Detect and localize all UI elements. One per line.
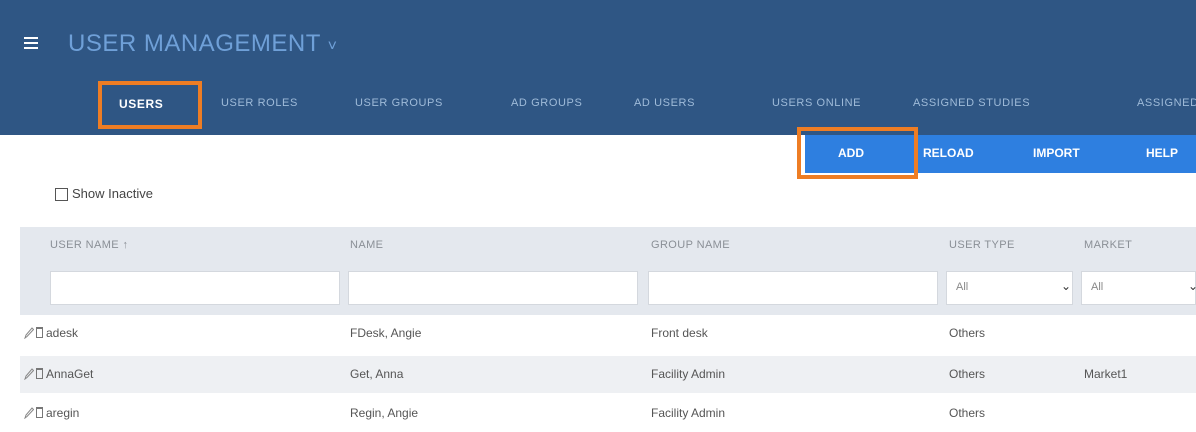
- name-filter-input[interactable]: [348, 271, 638, 305]
- delete-icon[interactable]: [36, 368, 43, 379]
- tab-user-groups[interactable]: USER GROUPS: [355, 97, 443, 109]
- column-header-market[interactable]: MARKET: [1084, 239, 1132, 251]
- chevron-down-icon: ⌄: [1188, 279, 1196, 293]
- tab-user-roles[interactable]: USER ROLES: [221, 97, 298, 109]
- app-header: USER MANAGEMENT ˅: [0, 0, 1196, 80]
- group-name-filter-input[interactable]: [648, 271, 938, 305]
- cell-user-type: Others: [949, 326, 986, 340]
- column-header-name[interactable]: NAME: [350, 239, 383, 251]
- cell-group-name: Front desk: [651, 326, 708, 340]
- tab-users-online[interactable]: USERS ONLINE: [772, 97, 861, 109]
- cell-market: Market1: [1084, 367, 1128, 381]
- show-inactive-label: Show Inactive: [72, 186, 153, 201]
- column-header-group-name[interactable]: GROUP NAME: [651, 239, 730, 251]
- delete-icon[interactable]: [36, 407, 43, 418]
- tab-assigned[interactable]: ASSIGNED: [1137, 97, 1196, 109]
- show-inactive-checkbox[interactable]: [55, 188, 68, 201]
- delete-icon[interactable]: [36, 327, 43, 338]
- cell-user-type: Others: [949, 367, 986, 381]
- help-button[interactable]: HELP: [1146, 146, 1178, 160]
- tab-assigned-studies[interactable]: ASSIGNED STUDIES: [913, 97, 1030, 109]
- chevron-down-icon: ˅: [327, 38, 338, 55]
- cell-user-type: Others: [949, 406, 986, 420]
- reload-button[interactable]: RELOAD: [923, 146, 974, 160]
- table-row[interactable]: [20, 356, 1196, 393]
- cell-name: Regin, Angie: [350, 406, 419, 420]
- hamburger-menu-icon[interactable]: [24, 37, 38, 49]
- cell-username: adesk: [46, 326, 79, 340]
- add-button-highlight: [797, 127, 918, 179]
- column-header-username[interactable]: USER NAME ↑: [50, 239, 128, 251]
- cell-group-name: Facility Admin: [651, 406, 726, 420]
- user-type-selected-value: All: [956, 281, 969, 293]
- table-row[interactable]: [20, 395, 1196, 432]
- app-title[interactable]: USER MANAGEMENT ˅: [68, 30, 337, 58]
- cell-username: aregin: [46, 406, 80, 420]
- import-button[interactable]: IMPORT: [1033, 146, 1080, 160]
- edit-icon[interactable]: [24, 368, 34, 380]
- cell-username: AnnaGet: [46, 367, 94, 381]
- cell-name: FDesk, Angie: [350, 326, 422, 340]
- chevron-down-icon: ⌄: [1061, 279, 1072, 293]
- users-tab-highlight: [98, 81, 202, 129]
- tab-ad-users[interactable]: AD USERS: [634, 97, 695, 109]
- column-header-user-type[interactable]: USER TYPE: [949, 239, 1015, 251]
- market-selected-value: All: [1091, 281, 1104, 293]
- cell-name: Get, Anna: [350, 367, 404, 381]
- edit-icon[interactable]: [24, 407, 34, 419]
- edit-icon[interactable]: [24, 327, 34, 339]
- cell-group-name: Facility Admin: [651, 367, 726, 381]
- app-title-label: USER MANAGEMENT: [68, 30, 321, 57]
- username-filter-input[interactable]: [50, 271, 340, 305]
- table-row[interactable]: [20, 315, 1196, 352]
- tab-ad-groups[interactable]: AD GROUPS: [511, 97, 582, 109]
